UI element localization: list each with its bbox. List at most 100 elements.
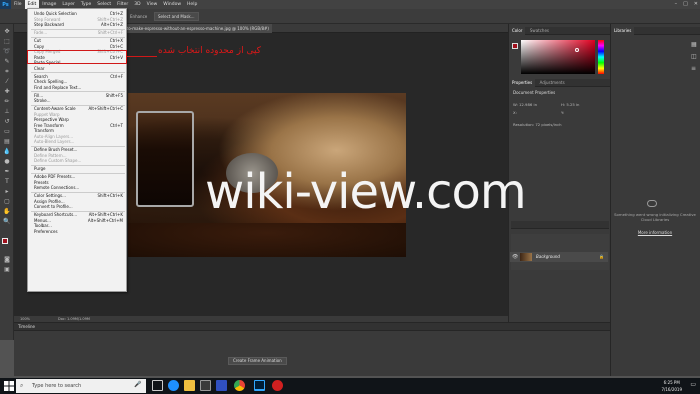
edit-menu-item-clear[interactable]: Clear [34,66,126,72]
color-picker-field[interactable] [521,40,595,74]
tab-properties[interactable]: Properties [509,79,536,87]
edit-menu-item-fade[interactable]: Fade... Shift+Ctrl+F [34,30,126,36]
menu-item-label: Perspective Warp [34,117,69,122]
menu-view[interactable]: View [144,0,161,9]
windows-start-icon[interactable] [4,381,14,391]
copy-highlight-box [27,50,127,64]
menu-item-label: Check Spelling... [34,79,68,84]
edge-icon[interactable] [168,380,179,391]
select-and-mask-button[interactable]: Select and Mask... [154,12,199,21]
crop-tool-icon[interactable]: ⌗ [3,68,11,76]
taskbar-search-input[interactable]: Type here to search [16,379,146,393]
menu-item-label: Presets [34,179,49,185]
annotation-text: کپی از محدوده انتخاب شده [158,46,261,56]
layer-name[interactable]: Background [536,254,560,259]
task-view-icon[interactable] [152,380,163,391]
lasso-tool-icon[interactable]: ➰ [3,48,11,56]
photoshop-taskbar-icon[interactable] [254,380,265,391]
cloud-icon [647,200,657,207]
minimize-icon[interactable]: – [675,0,678,9]
layers-panel-tabs [511,221,609,229]
stamp-tool-icon[interactable]: ⊥ [3,108,11,116]
foreground-color-swatch[interactable] [2,238,8,244]
edit-menu-item-remote-connections[interactable]: Remote Connections... [34,185,126,191]
history-brush-icon[interactable]: ↺ [3,118,11,126]
menu-item-label: Purge [34,166,46,171]
tab-color[interactable]: Color [509,27,526,35]
mail-icon[interactable] [216,380,227,391]
brush-tool-icon[interactable]: ✏ [3,98,11,106]
color-panel-fg-swatch[interactable] [512,43,518,49]
photoshop-logo-icon: Ps [0,0,11,9]
menu-item-label: Preferences [34,228,58,234]
menu-3d[interactable]: 3D [131,0,143,9]
create-frame-animation-button[interactable]: Create Frame Animation [228,357,287,365]
tab-swatches[interactable]: Swatches [527,27,552,35]
hand-tool-icon[interactable]: ✋ [3,208,11,216]
document-tab[interactable]: how-to-make-espresso-without-an-espresso… [114,24,272,33]
type-tool-icon[interactable]: T [3,178,11,186]
edit-menu-item-define-custom-shape[interactable]: Define Custom Shape... [34,158,126,164]
file-explorer-icon[interactable] [184,380,195,391]
edit-menu-item-convert-to-profile[interactable]: Convert to Profile... [34,204,126,210]
blur-tool-icon[interactable]: 💧 [3,148,11,156]
french-press-image [136,111,194,207]
properties-resolution: Resolution: 72 pixels/inch [513,122,562,127]
path-selection-icon[interactable]: ▸ [3,188,11,196]
microphone-icon[interactable]: 🎤 [134,381,141,388]
properties-width: W: 12.986 in [513,102,537,107]
menu-item-label: Convert to Profile... [34,204,73,209]
edit-menu-item-step-backward[interactable]: Step Backward Alt+Ctrl+Z [34,22,126,28]
screen-mode-icon[interactable]: ▣ [3,266,11,274]
close-icon[interactable]: ✕ [694,0,698,9]
tab-adjustments[interactable]: Adjustments [537,79,568,87]
edit-menu-item-preferences[interactable]: Preferences [34,229,126,235]
eye-icon[interactable]: 👁 [512,254,518,260]
menu-item-label: Define Brush Preset... [34,147,78,152]
menu-help[interactable]: Help [184,0,200,9]
chrome-icon[interactable] [234,380,245,391]
edit-menu-item-find-and-replace-text[interactable]: Find and Replace Text... [34,85,126,91]
color-picker-cursor[interactable] [575,48,579,52]
panel-icon-1[interactable]: ▦ [691,41,699,49]
app-icon[interactable] [272,380,283,391]
quick-mask-icon[interactable]: ◙ [3,256,11,264]
healing-tool-icon[interactable]: ✚ [3,88,11,96]
zoom-tool-icon[interactable]: 🔍 [3,218,11,226]
edit-menu-item-auto-blend-layers[interactable]: Auto-Blend Layers... [34,139,126,145]
eyedropper-tool-icon[interactable]: ⁄ [3,78,11,86]
gradient-tool-icon[interactable]: ▤ [3,138,11,146]
menu-file[interactable]: File [11,0,25,9]
tab-libraries[interactable]: Libraries [611,27,635,35]
menu-item-label: Menus... [34,217,51,223]
clock-time: 6:25 PM [663,380,680,385]
dodge-tool-icon[interactable]: ● [3,158,11,166]
taskbar-clock[interactable]: 6:25 PM 7/16/2019 [661,379,682,393]
shape-tool-icon[interactable]: ▢ [3,198,11,206]
quick-selection-tool-icon[interactable]: ✎ [3,58,11,66]
menu-item-label: Step Backward [34,22,64,27]
menu-item-label: Auto-Blend Layers... [34,139,75,144]
search-icon: ⌕ [20,382,24,389]
layer-row[interactable]: 👁 Background 🔒 [510,252,608,262]
pen-tool-icon[interactable]: ✒ [3,168,11,176]
panel-icon-3[interactable]: ≡ [691,65,699,73]
notification-icon[interactable]: ▭ [690,381,696,388]
libraries-error-message: Something went wrong initializing Creati… [614,212,696,222]
menu-window[interactable]: Window [160,0,184,9]
panel-icon-2[interactable]: ◫ [691,53,699,61]
move-tool-icon[interactable]: ✥ [3,28,11,36]
menu-item-label: Define Custom Shape... [34,158,82,163]
store-icon[interactable] [200,380,211,391]
annotation-arrow-line [127,56,157,57]
libraries-panel: Libraries [610,24,700,376]
menu-item-label: Auto-Align Layers... [34,133,74,139]
edit-menu-item-stroke[interactable]: Stroke... [34,98,126,104]
more-information-link[interactable]: More information [614,230,696,235]
timeline-header: Timeline [14,323,610,331]
edit-menu-item-purge[interactable]: Purge [34,166,126,172]
hue-slider[interactable] [598,40,604,74]
eraser-tool-icon[interactable]: ▭ [3,128,11,136]
marquee-tool-icon[interactable]: ⬚ [3,38,11,46]
maximize-icon[interactable]: □ [683,0,688,9]
